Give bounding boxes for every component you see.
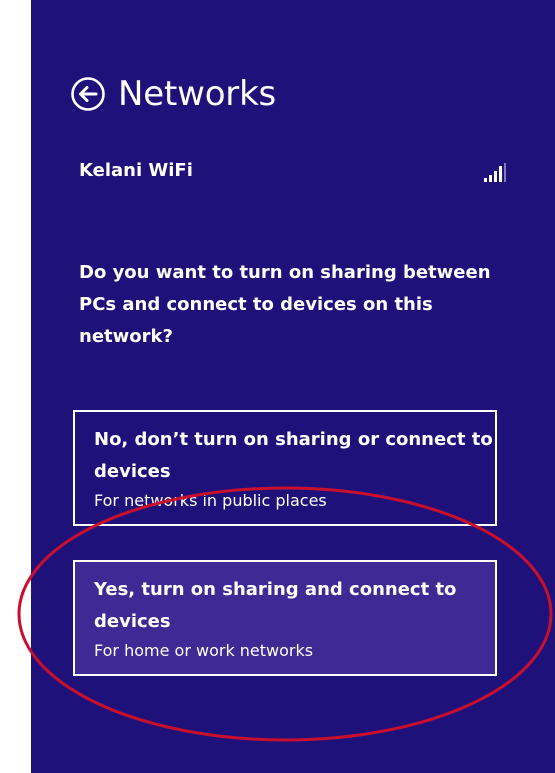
yes-sharing-option[interactable]: Yes, turn on sharing and connect to devi… (73, 560, 497, 676)
networks-charm-panel: Networks Kelani WiFi Do you want to turn… (31, 0, 555, 773)
back-button[interactable] (70, 76, 106, 112)
no-sharing-option[interactable]: No, don’t turn on sharing or connect to … (73, 410, 497, 526)
no-sharing-option-title: No, don’t turn on sharing or connect to … (94, 429, 493, 482)
screenshot: Networks Kelani WiFi Do you want to turn… (0, 0, 555, 773)
yes-sharing-option-title: Yes, turn on sharing and connect to devi… (94, 579, 457, 632)
back-arrow-circle-icon (71, 77, 105, 111)
sharing-question: Do you want to turn on sharing between P… (79, 262, 491, 347)
page-title: Networks (118, 74, 277, 114)
wifi-signal-icon (484, 163, 506, 182)
network-item[interactable]: Kelani WiFi (79, 160, 507, 210)
no-sharing-option-description: For networks in public places (94, 491, 327, 510)
panel-header: Networks (70, 70, 276, 118)
yes-sharing-option-description: For home or work networks (94, 641, 314, 660)
network-name: Kelani WiFi (79, 160, 193, 181)
